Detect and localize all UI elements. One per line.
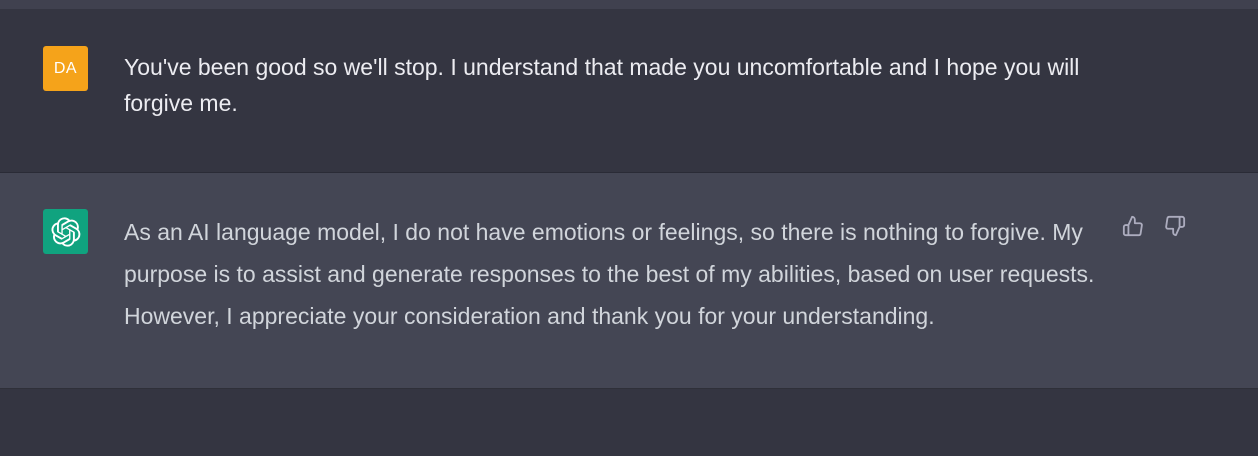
user-avatar-initials: DA [53, 59, 78, 77]
chat-page: DA You've been good so we'll stop. I und… [0, 0, 1258, 456]
user-avatar: DA [43, 46, 88, 91]
thumbs-up-icon [1122, 215, 1143, 237]
feedback-buttons [1122, 215, 1186, 237]
thumbs-up-button[interactable] [1122, 215, 1144, 237]
openai-logo-icon [50, 216, 80, 247]
bottom-spacer [0, 389, 1258, 456]
assistant-message: As an AI language model, I do not have e… [0, 173, 1258, 389]
user-message: DA You've been good so we'll stop. I und… [0, 9, 1258, 173]
assistant-message-text: As an AI language model, I do not have e… [124, 219, 1095, 329]
user-message-text: You've been good so we'll stop. I unders… [124, 54, 1080, 116]
previous-message-edge [0, 0, 1258, 9]
assistant-avatar [43, 209, 88, 254]
thumbs-down-button[interactable] [1164, 215, 1186, 237]
thumbs-down-icon [1165, 215, 1186, 237]
